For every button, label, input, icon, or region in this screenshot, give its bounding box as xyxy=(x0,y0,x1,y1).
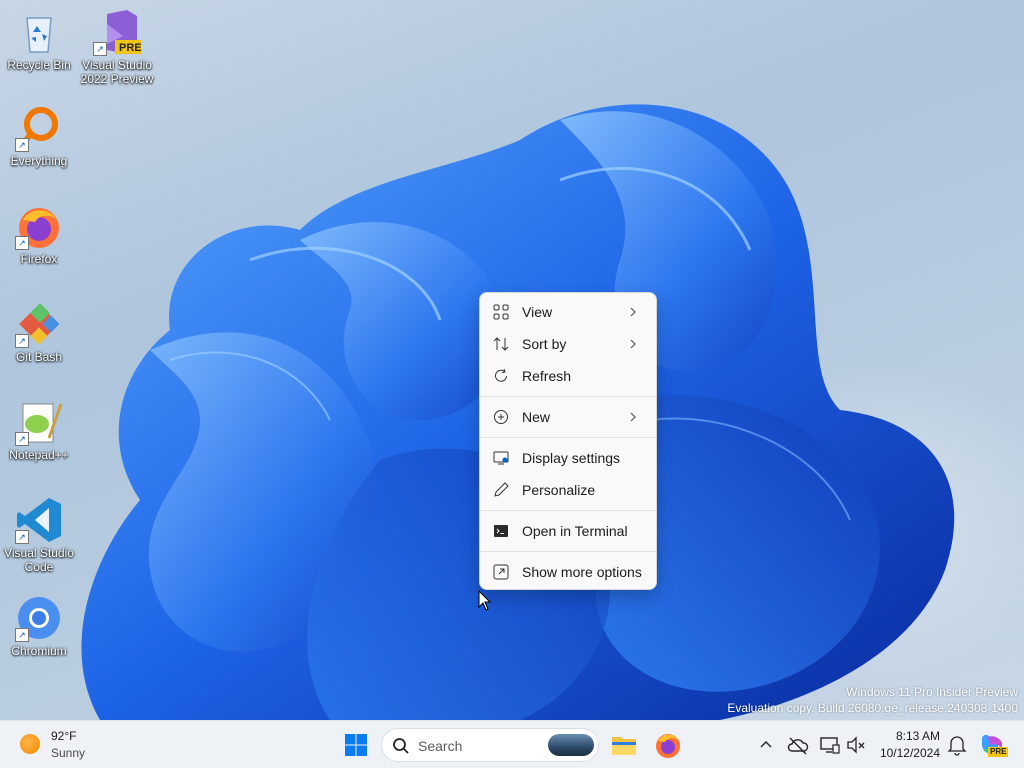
bell-icon xyxy=(947,736,967,756)
sort-icon xyxy=(493,337,509,351)
shortcut-arrow-icon: ↗ xyxy=(15,236,29,250)
menu-item-label: Display settings xyxy=(522,450,621,466)
chromium-icon: ↗ xyxy=(15,594,63,642)
search-highlight-image xyxy=(548,734,594,756)
taskbar-firefox[interactable] xyxy=(652,729,684,761)
menu-item-label: Show more options xyxy=(522,564,642,580)
more-options-icon xyxy=(493,564,509,580)
taskbar-file-explorer[interactable] xyxy=(608,729,640,761)
network-icon xyxy=(820,737,840,754)
desktop-icon-chromium[interactable]: ↗ Chromium xyxy=(0,594,78,658)
desktop-icon-label: Firefox xyxy=(20,252,58,266)
clock-time: 8:13 AM xyxy=(895,729,940,743)
sun-icon xyxy=(20,734,40,754)
tray-volume[interactable] xyxy=(844,733,868,757)
menu-separator xyxy=(480,551,656,552)
desktop-icon-git-bash[interactable]: ↗ Git Bash xyxy=(0,300,78,364)
menu-separator xyxy=(480,396,656,397)
recycle-bin-icon xyxy=(15,8,63,56)
show-hidden-icons-button[interactable] xyxy=(756,733,776,757)
git-bash-icon: ↗ xyxy=(15,300,63,348)
desktop-icon-label: Notepad++ xyxy=(9,448,69,462)
evaluation-watermark: Windows 11 Pro Insider Preview Evaluatio… xyxy=(727,684,1018,716)
menu-separator xyxy=(480,510,656,511)
mouse-cursor-icon xyxy=(478,590,492,611)
taskbar-search-box[interactable]: Search xyxy=(381,728,599,762)
volume-muted-icon xyxy=(847,736,865,754)
refresh-icon xyxy=(495,368,507,382)
copilot-button[interactable]: PRE xyxy=(978,731,1009,759)
watermark-line-2: Evaluation copy. Build 26080.ge_release.… xyxy=(727,701,1018,715)
menu-item-display-settings[interactable]: Display settings xyxy=(484,443,652,473)
shortcut-arrow-icon: ↗ xyxy=(15,138,29,152)
menu-item-label: Refresh xyxy=(522,368,572,384)
firefox-icon xyxy=(656,734,680,758)
menu-item-label: Sort by xyxy=(522,336,567,352)
notepadpp-icon: ↗ xyxy=(15,398,63,446)
weather-temperature: 92°F xyxy=(51,729,77,743)
menu-item-label: New xyxy=(522,409,551,425)
desktop-icon-label: Visual Studio 2022 Preview xyxy=(80,58,154,86)
search-icon xyxy=(393,738,409,754)
menu-item-open-in-terminal[interactable]: Open in Terminal xyxy=(484,516,652,546)
vscode-icon: ↗ xyxy=(15,496,63,544)
visual-studio-icon: PRE ↗ xyxy=(93,8,142,56)
menu-item-show-more-options[interactable]: Show more options xyxy=(484,557,652,587)
pre-badge: PRE xyxy=(119,42,142,54)
desktop-icon-notepadpp[interactable]: ↗ Notepad++ xyxy=(0,398,78,462)
watermark-line-1: Windows 11 Pro Insider Preview xyxy=(846,685,1018,699)
start-button[interactable] xyxy=(340,729,372,761)
desktop-icon-recycle-bin[interactable]: Recycle Bin xyxy=(0,8,78,72)
search-placeholder: Search xyxy=(418,738,463,754)
shortcut-arrow-icon: ↗ xyxy=(15,628,29,642)
desktop[interactable]: Recycle Bin PRE ↗ Visual Studio 2022 Pre… xyxy=(0,0,1024,720)
notifications-button[interactable] xyxy=(946,733,968,757)
new-plus-icon xyxy=(494,410,508,424)
tray-network[interactable] xyxy=(818,733,842,757)
copilot-pre-badge: PRE xyxy=(988,747,1009,757)
menu-item-view[interactable]: View xyxy=(484,297,652,327)
weather-condition: Sunny xyxy=(51,746,86,760)
desktop-icon-label: Everything xyxy=(10,154,68,168)
shortcut-arrow-icon: ↗ xyxy=(93,42,107,56)
menu-separator xyxy=(480,437,656,438)
windows-logo-icon xyxy=(345,734,367,756)
display-icon xyxy=(493,451,509,465)
everything-search-icon: ↗ xyxy=(15,104,63,152)
chevron-right-icon xyxy=(630,307,636,317)
shortcut-arrow-icon: ↗ xyxy=(15,530,29,544)
desktop-icon-label: Recycle Bin xyxy=(7,58,71,72)
folder-icon xyxy=(612,737,636,755)
shortcut-arrow-icon: ↗ xyxy=(15,334,29,348)
desktop-icon-label: Chromium xyxy=(11,644,67,658)
cloud-offline-icon xyxy=(787,737,809,755)
desktop-icon-vscode[interactable]: ↗ Visual Studio Code xyxy=(0,496,78,574)
menu-item-new[interactable]: New xyxy=(484,402,652,432)
menu-item-refresh[interactable]: Refresh xyxy=(484,361,652,391)
desktop-icon-label: Git Bash xyxy=(15,350,63,364)
chevron-right-icon xyxy=(630,339,636,349)
menu-item-label: View xyxy=(522,304,553,320)
menu-item-label: Open in Terminal xyxy=(522,523,628,539)
chevron-right-icon xyxy=(630,412,636,422)
desktop-icon-label: Visual Studio Code xyxy=(4,546,74,574)
desktop-icon-firefox[interactable]: ↗ Firefox xyxy=(0,202,78,266)
menu-item-sort-by[interactable]: Sort by xyxy=(484,329,652,359)
chevron-up-icon xyxy=(760,741,772,748)
desktop-icon-everything[interactable]: ↗ Everything xyxy=(0,104,78,168)
desktop-icon-visual-studio[interactable]: PRE ↗ Visual Studio 2022 Preview xyxy=(78,8,156,86)
pen-icon xyxy=(494,482,509,497)
weather-widget[interactable]: 92°F Sunny xyxy=(0,721,110,769)
taskbar-clock[interactable]: 8:13 AM 10/12/2024 xyxy=(874,721,944,769)
terminal-icon xyxy=(494,525,508,537)
menu-item-label: Personalize xyxy=(522,482,596,498)
shortcut-arrow-icon: ↗ xyxy=(15,432,29,446)
clock-date: 10/12/2024 xyxy=(879,746,940,760)
firefox-icon: ↗ xyxy=(15,202,63,250)
view-grid-icon xyxy=(493,304,509,320)
desktop-context-menu: View Sort by Refresh New Display setting… xyxy=(479,292,657,590)
menu-item-personalize[interactable]: Personalize xyxy=(484,475,652,505)
tray-onedrive[interactable] xyxy=(786,733,810,757)
taskbar: 92°F Sunny Search 8:13 AM 10/12/2024 PRE xyxy=(0,720,1024,768)
